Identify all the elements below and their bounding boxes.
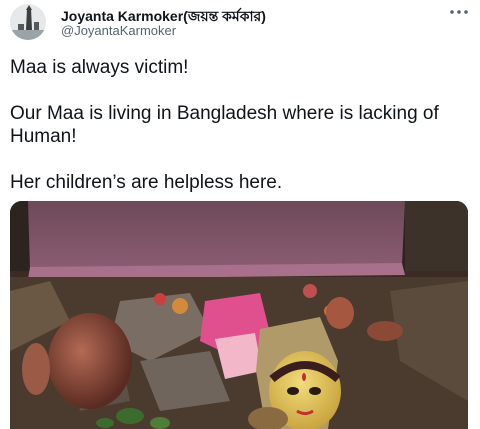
tweet: Joyanta Karmoker(জয়ন্ত কর্মকার) @Joyant… (0, 0, 480, 429)
avatar[interactable] (10, 4, 46, 40)
tweet-text: Maa is always victim! Our Maa is living … (10, 56, 470, 217)
user-handle[interactable]: @JoyantaKarmoker (61, 23, 176, 38)
tweet-paragraph: Our Maa is living in Bangladesh where is… (10, 103, 439, 147)
tweet-paragraph: Her children’s are helpless here. (10, 172, 283, 193)
tweet-photo[interactable] (10, 201, 468, 429)
more-icon[interactable] (446, 4, 472, 20)
tweet-paragraph: Maa is always victim! (10, 57, 189, 78)
